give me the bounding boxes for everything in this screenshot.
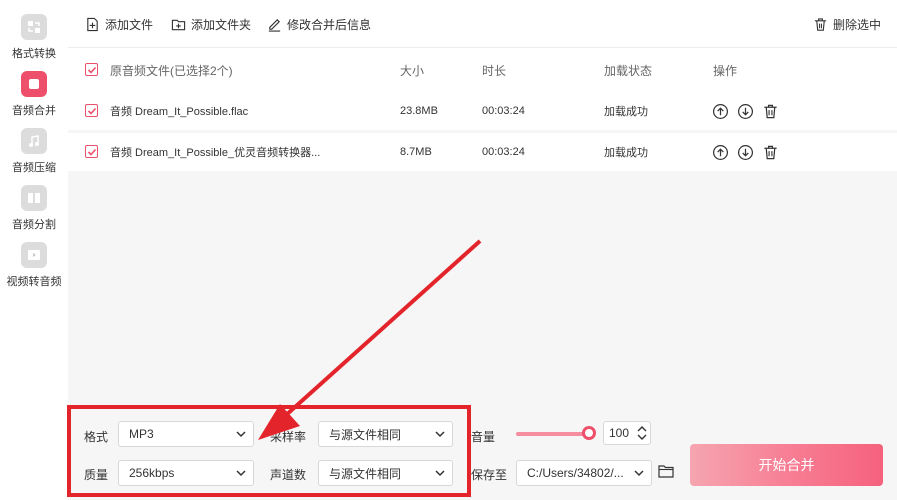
quality-select[interactable]: 256kbps [118, 460, 254, 486]
checkmark-icon [87, 107, 96, 115]
move-up-icon[interactable] [712, 103, 729, 120]
sidebar-item-audio-merge[interactable]: 音频合并 [0, 71, 68, 118]
sidebar-item-audio-split[interactable]: 音频分割 [0, 185, 68, 232]
audio-split-icon [21, 185, 47, 211]
load-status: 加载成功 [604, 106, 648, 118]
audio-merge-icon [21, 71, 47, 97]
volume-value: 100 [609, 426, 630, 440]
file-name: 音频 Dream_It_Possible_优灵音频转换器... [110, 147, 321, 159]
format-select[interactable]: MP3 [118, 421, 254, 447]
file-size: 23.8MB [400, 105, 438, 117]
channels-value: 与源文件相同 [329, 466, 402, 481]
file-size: 8.7MB [400, 146, 432, 158]
format-label: 格式 [84, 430, 109, 444]
sidebar-item-video-to-audio[interactable]: 视频转音频 [0, 242, 68, 289]
move-down-icon[interactable] [737, 144, 754, 161]
volume-input[interactable]: 100 [603, 421, 651, 445]
volume-label: 音量 [471, 430, 496, 444]
chevron-down-icon [229, 461, 253, 485]
start-merge-button[interactable]: 开始合并 [690, 444, 883, 486]
main-panel: 添加文件 添加文件夹 修改合并后信息 删除选中 原音频文件(已选择2个) 大小 … [68, 0, 897, 500]
sidebar-item-label: 视频转音频 [6, 276, 62, 288]
sidebar-item-label: 格式转换 [12, 48, 56, 60]
file-name: 音频 Dream_It_Possible.flac [110, 106, 249, 118]
chevron-down-icon [229, 422, 253, 446]
quality-value: 256kbps [129, 466, 175, 480]
add-folder-label: 添加文件夹 [191, 17, 252, 32]
pencil-icon [268, 18, 281, 32]
edit-merge-info-button[interactable]: 修改合并后信息 [267, 14, 371, 34]
channels-select[interactable]: 与源文件相同 [318, 460, 453, 486]
audio-compress-icon [21, 128, 47, 154]
select-all-checkbox[interactable] [85, 63, 98, 76]
add-file-label: 添加文件 [105, 17, 154, 32]
trash-icon [814, 17, 827, 31]
video-to-audio-icon [21, 242, 47, 268]
edit-merge-info-label: 修改合并后信息 [287, 17, 372, 32]
checkmark-icon [87, 148, 96, 156]
file-duration: 00:03:24 [482, 146, 525, 158]
add-file-icon [87, 17, 98, 31]
sidebar: 格式转换 音频合并 音频压缩 音频分割 视频转音频 [0, 0, 68, 500]
add-folder-icon [171, 19, 186, 30]
table-row[interactable]: 音频 Dream_It_Possible.flac 23.8MB 00:03:2… [68, 92, 897, 130]
table-header: 原音频文件(已选择2个) 大小 时长 加载状态 操作 [68, 48, 897, 92]
row-actions [712, 92, 787, 130]
header-status: 加载状态 [604, 63, 653, 78]
format-value: MP3 [129, 427, 154, 441]
quality-label: 质量 [84, 468, 109, 482]
file-duration: 00:03:24 [482, 105, 525, 117]
saveto-select[interactable]: C:/Users/34802/... [516, 460, 652, 486]
trash-icon[interactable] [762, 103, 779, 120]
load-status: 加载成功 [604, 147, 648, 159]
samplerate-value: 与源文件相同 [329, 427, 402, 442]
row-checkbox[interactable] [85, 104, 98, 117]
header-actions: 操作 [713, 63, 738, 78]
channels-label: 声道数 [270, 468, 307, 482]
add-file-button[interactable]: 添加文件 [85, 14, 153, 34]
chevron-down-icon [428, 461, 452, 485]
delete-selected-button[interactable]: 删除选中 [813, 14, 881, 34]
header-size: 大小 [400, 63, 425, 78]
sidebar-item-label: 音频压缩 [12, 162, 56, 174]
format-convert-icon [21, 14, 47, 40]
stepper-arrows-icon[interactable] [636, 423, 648, 443]
table-row[interactable]: 音频 Dream_It_Possible_优灵音频转换器... 8.7MB 00… [68, 133, 897, 171]
add-folder-button[interactable]: 添加文件夹 [171, 14, 251, 34]
row-checkbox[interactable] [85, 145, 98, 158]
sidebar-item-format-convert[interactable]: 格式转换 [0, 14, 68, 61]
toolbar: 添加文件 添加文件夹 修改合并后信息 删除选中 [68, 0, 897, 48]
checkmark-icon [87, 66, 96, 74]
samplerate-select[interactable]: 与源文件相同 [318, 421, 453, 447]
saveto-label: 保存至 [471, 468, 508, 482]
saveto-value: C:/Users/34802/... [527, 466, 624, 480]
samplerate-label: 采样率 [270, 430, 307, 444]
folder-icon[interactable] [658, 464, 674, 478]
row-actions [712, 133, 787, 171]
volume-slider-track[interactable] [516, 432, 588, 436]
sidebar-item-audio-compress[interactable]: 音频压缩 [0, 128, 68, 175]
volume-slider-handle[interactable] [582, 426, 596, 440]
trash-icon[interactable] [762, 144, 779, 161]
header-name: 原音频文件(已选择2个) [110, 63, 233, 78]
chevron-down-icon [428, 422, 452, 446]
delete-selected-label: 删除选中 [833, 17, 882, 32]
chevron-down-icon [627, 461, 651, 485]
sidebar-item-label: 音频分割 [12, 219, 56, 231]
header-duration: 时长 [482, 63, 507, 78]
sidebar-item-label: 音频合并 [12, 105, 56, 117]
move-up-icon[interactable] [712, 144, 729, 161]
move-down-icon[interactable] [737, 103, 754, 120]
